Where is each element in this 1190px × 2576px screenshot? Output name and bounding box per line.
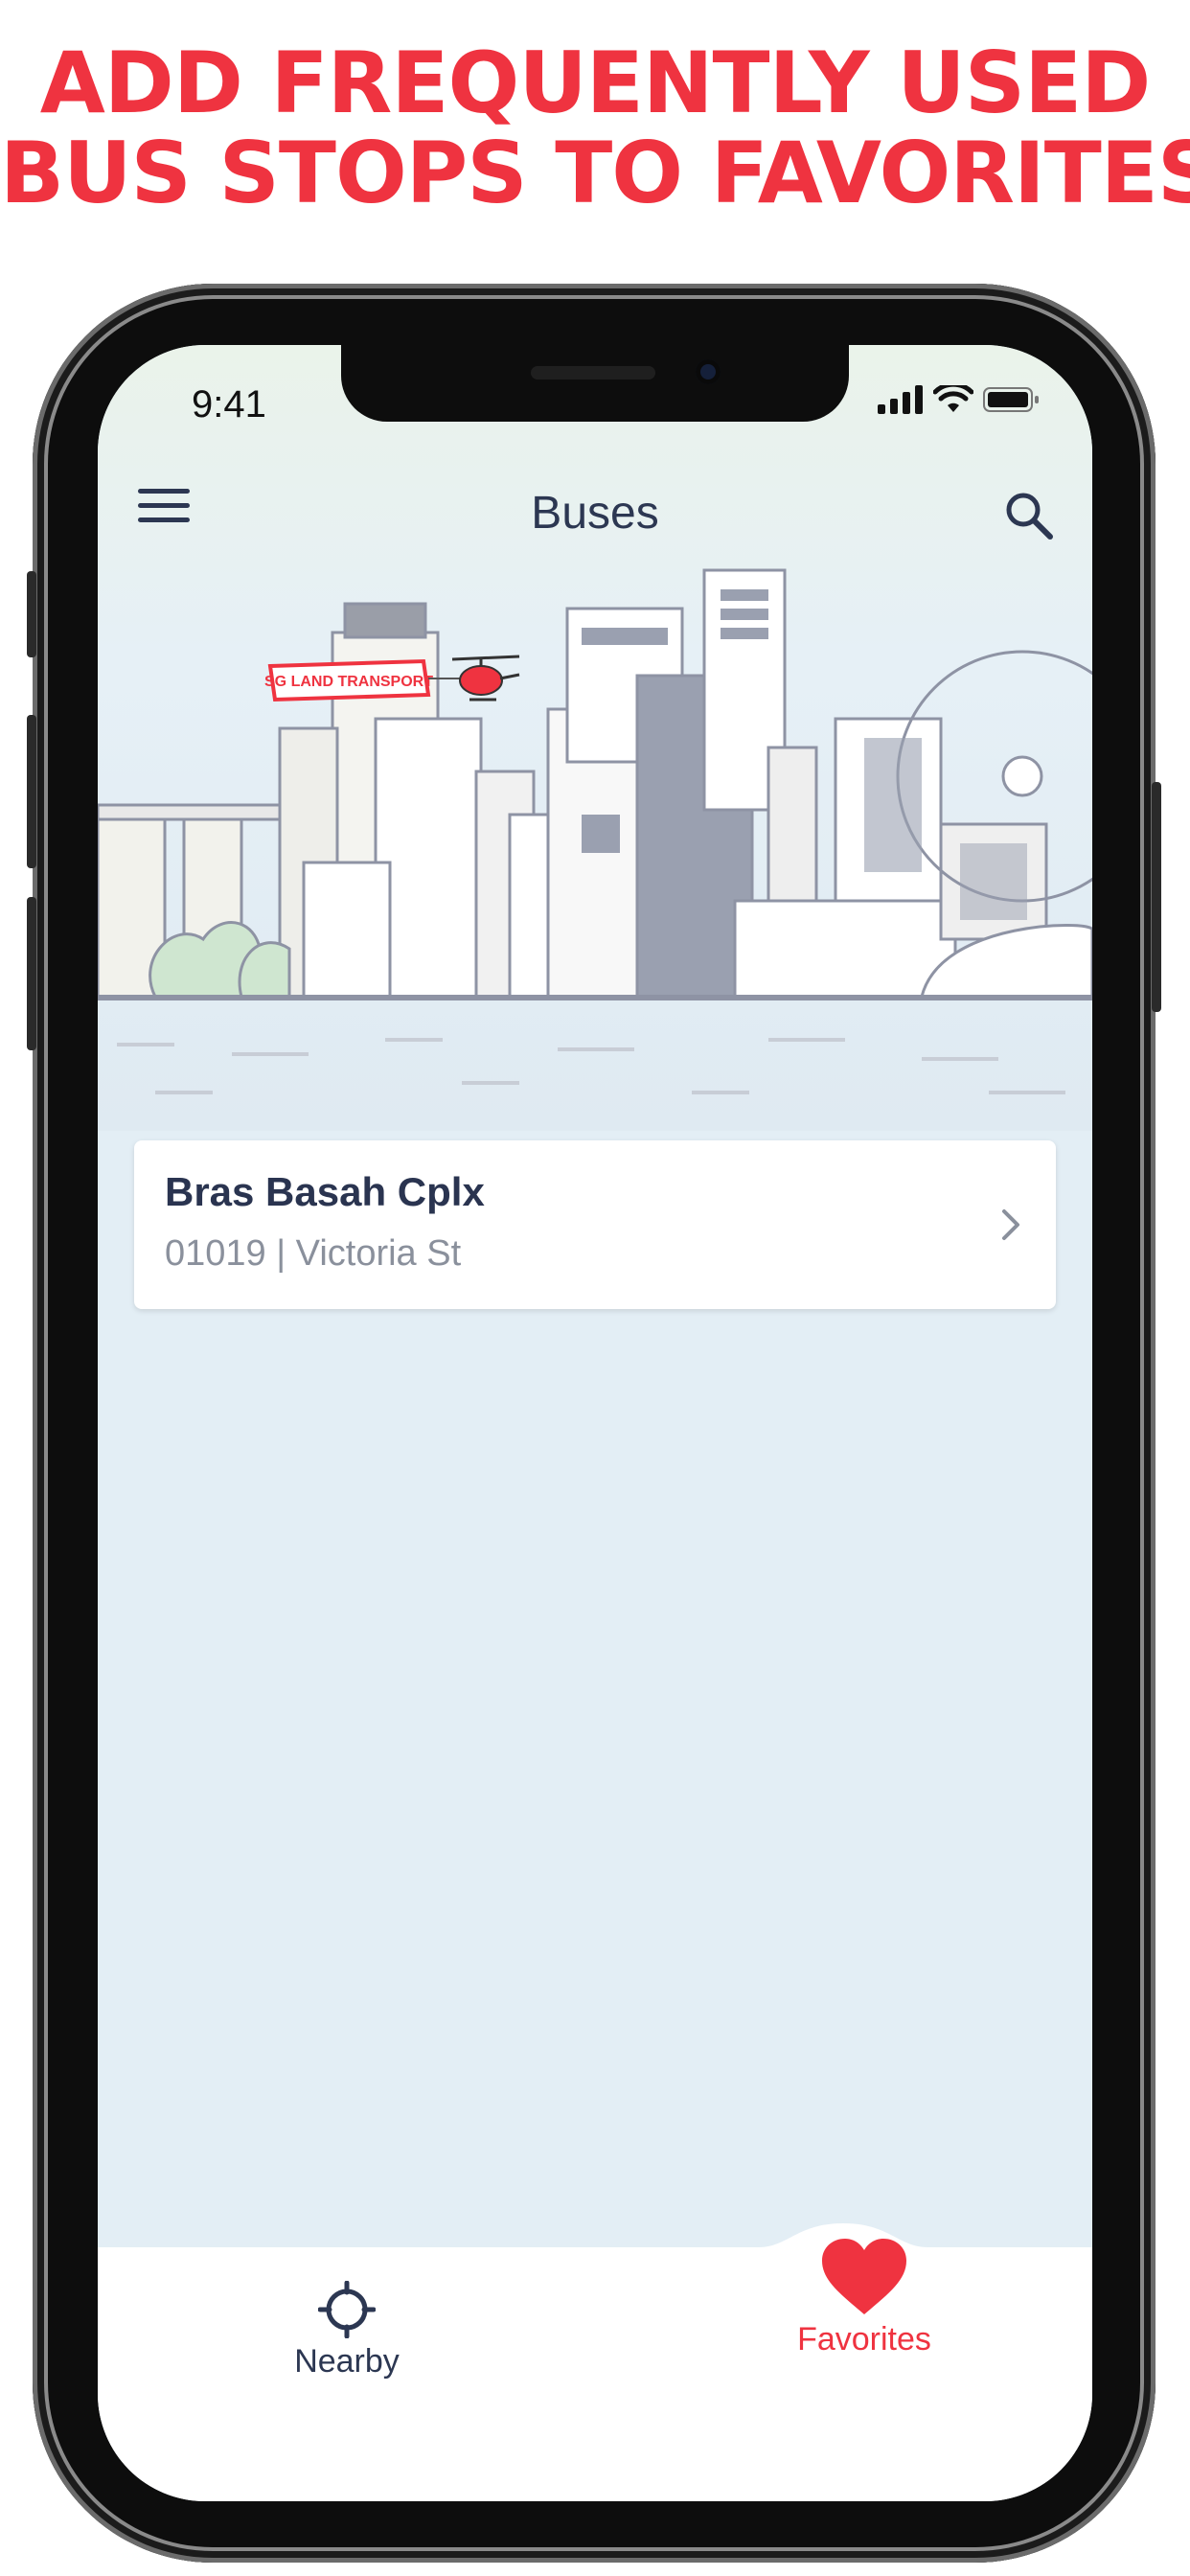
chevron-right-icon [1002,1209,1019,1240]
headline-line-1: ADD FREQUENTLY USED [39,34,1152,132]
page-title: Buses [531,488,659,539]
cellular-signal-icon [878,385,923,414]
favorite-bus-stop-card[interactable]: Bras Basah Cplx 01019 | Victoria St [134,1140,1056,1309]
bus-stop-details: 01019 | Victoria St [165,1233,462,1274]
status-icons [878,385,1041,414]
bus-stop-name: Bras Basah Cplx [165,1169,485,1214]
sg-land-transport-banner: SG LAND TRANSPORT [264,655,520,702]
tab-nearby-label: Nearby [294,2343,400,2380]
volume-up-button [27,715,36,868]
city-skyline-illustration: SG LAND TRANSPORT [98,568,1092,1094]
volume-down-button [27,897,36,1050]
search-icon[interactable] [1002,489,1056,542]
promo-headline: ADD FREQUENTLY USED BUS STOPS TO FAVORIT… [0,38,1190,218]
banner-text: SG LAND TRANSPORT [264,674,433,690]
status-time: 9:41 [192,383,266,426]
tab-nearby[interactable]: Nearby [251,2280,443,2380]
headline-line-2: BUS STOPS TO FAVORITES [0,124,1190,222]
tab-favorites[interactable]: Favorites [749,2238,979,2358]
heart-icon [822,2239,906,2314]
camera-notch [341,345,849,422]
power-button [1152,782,1161,1012]
wifi-icon [933,385,973,412]
crosshair-icon [317,2280,377,2339]
battery-icon [983,387,1039,412]
front-camera [696,359,721,384]
tab-favorites-label: Favorites [797,2321,931,2358]
earpiece-speaker [531,366,655,380]
phone-screen: SG LAND TRANSPORT 9:41 Buses Bras Basah … [98,345,1092,2501]
mute-switch [27,571,36,657]
